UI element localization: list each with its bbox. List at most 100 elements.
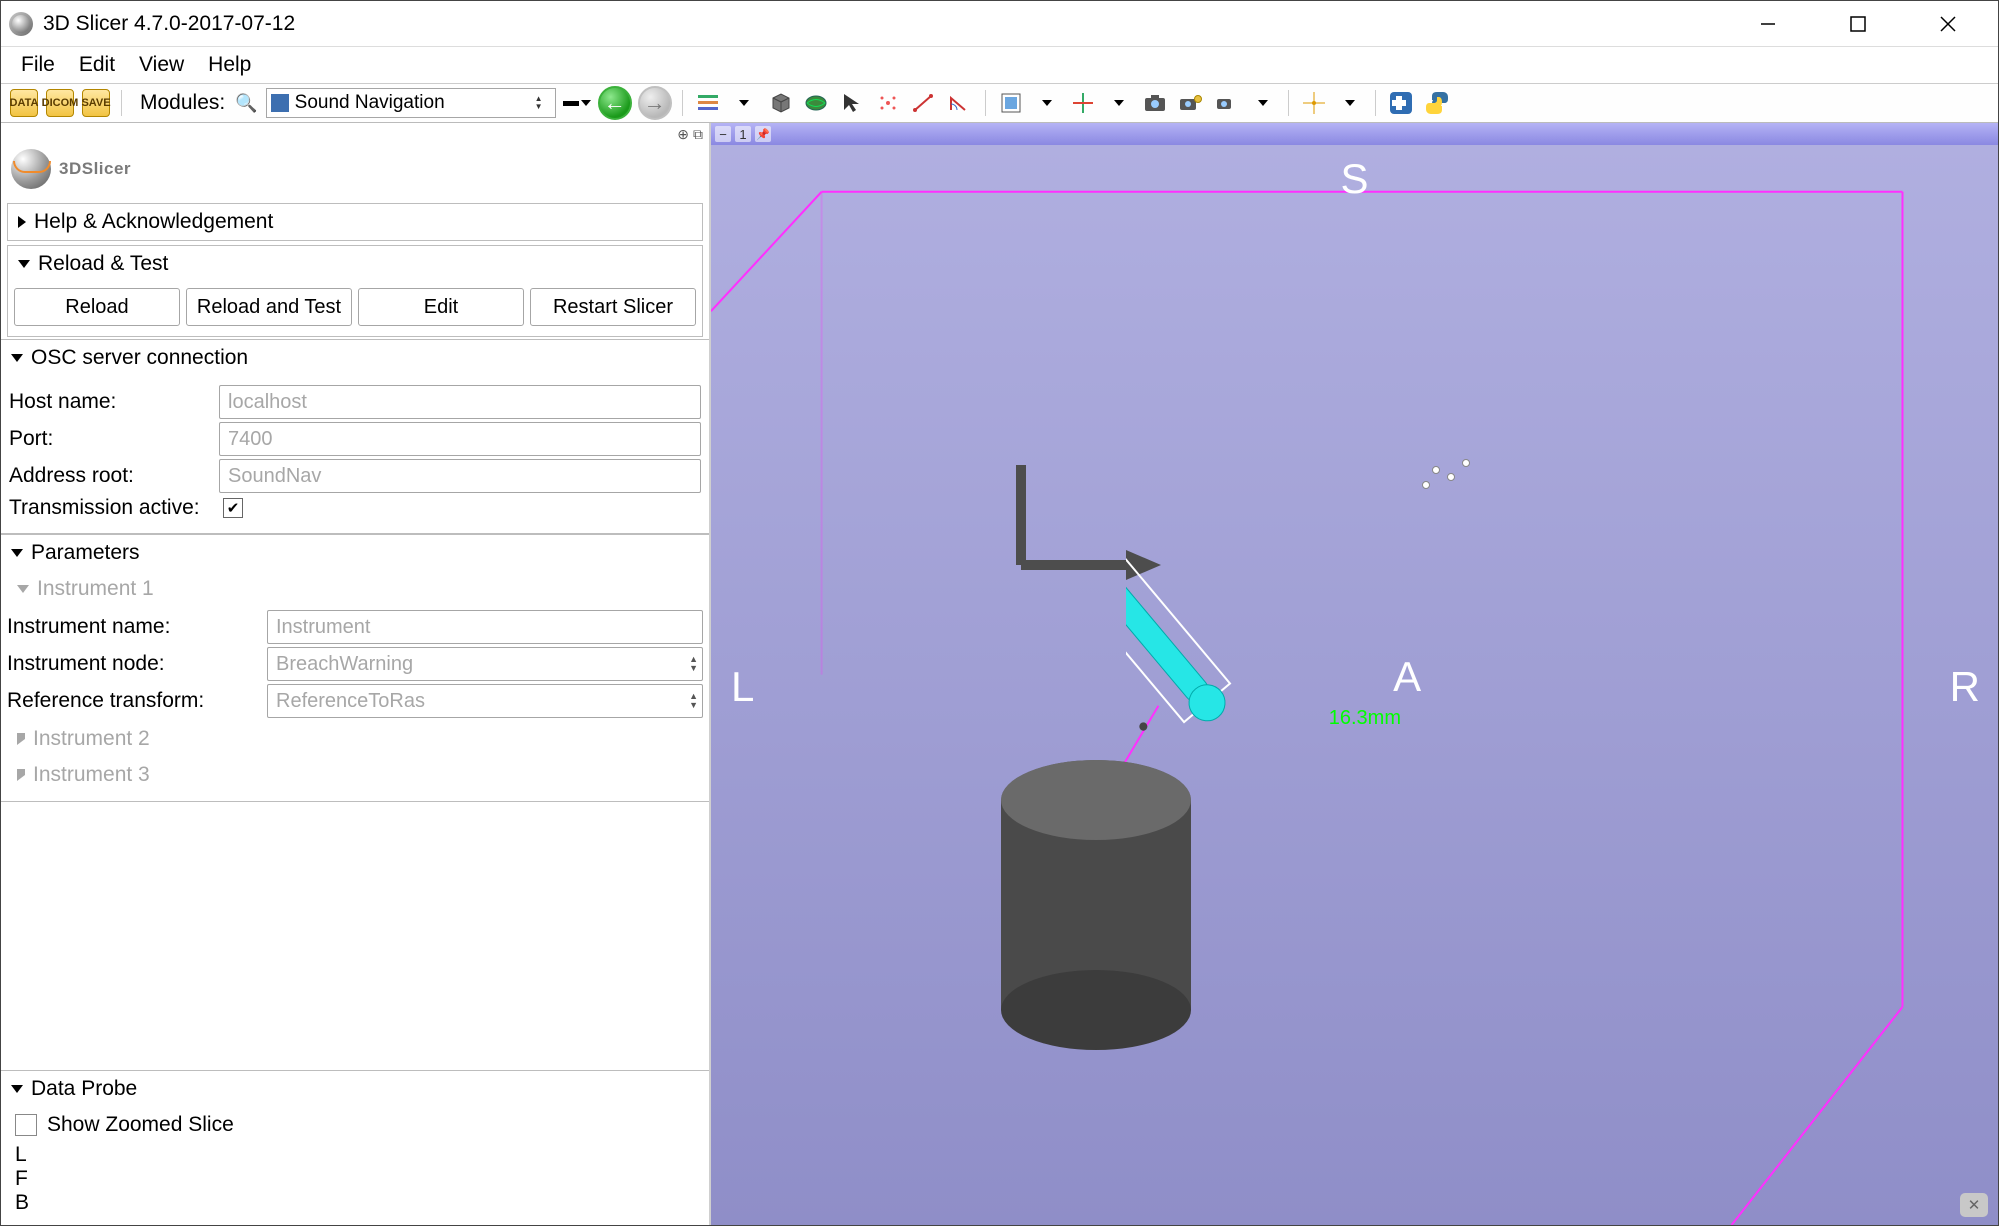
- show-zoomed-checkbox[interactable]: [15, 1114, 37, 1136]
- edit-button[interactable]: Edit: [358, 288, 524, 326]
- addr-input[interactable]: SoundNav: [219, 459, 701, 493]
- layout-icon[interactable]: [693, 88, 723, 118]
- layout-dropdown-icon[interactable]: [729, 88, 759, 118]
- close-button[interactable]: [1918, 4, 1978, 44]
- module-panel: ⊕ ⧉ 3DSlicer Help & Acknowledgement Relo…: [1, 123, 711, 1225]
- slicer-logo: 3DSlicer: [1, 145, 709, 201]
- view-close-chip[interactable]: ✕: [1960, 1193, 1988, 1217]
- screenshot-icon[interactable]: [1140, 88, 1170, 118]
- separator: [121, 90, 122, 116]
- modules-combo-text: Sound Navigation: [295, 92, 445, 114]
- instrument2-header[interactable]: Instrument 2: [7, 721, 703, 757]
- maximize-button[interactable]: [1828, 4, 1888, 44]
- scene-view-icon[interactable]: [1176, 88, 1206, 118]
- panel-link-icon[interactable]: ⊕: [677, 126, 689, 143]
- menu-file[interactable]: File: [11, 51, 65, 79]
- show-zoomed-label: Show Zoomed Slice: [47, 1113, 234, 1137]
- menu-view[interactable]: View: [129, 51, 194, 79]
- help-ack-header[interactable]: Help & Acknowledgement: [8, 204, 702, 240]
- angle-icon[interactable]: [945, 88, 975, 118]
- inst-node-label: Instrument node:: [7, 652, 267, 676]
- tx-checkbox[interactable]: [223, 498, 243, 518]
- host-input[interactable]: localhost: [219, 385, 701, 419]
- crosshair-icon[interactable]: [1068, 88, 1098, 118]
- menubar: File Edit View Help: [1, 47, 1998, 83]
- 3d-view[interactable]: S A L R 16.3mm ✕: [711, 145, 1998, 1225]
- scene-view-dropdown-icon[interactable]: [1248, 88, 1278, 118]
- tx-label: Transmission active:: [9, 496, 219, 520]
- reload-and-test-button[interactable]: Reload and Test: [186, 288, 352, 326]
- orient-R: R: [1950, 663, 1980, 711]
- volume-cube-icon[interactable]: [765, 88, 795, 118]
- menu-edit[interactable]: Edit: [69, 51, 125, 79]
- fiducial-icon[interactable]: [873, 88, 903, 118]
- orient-S: S: [1340, 155, 1368, 203]
- view-pin-icon[interactable]: 📌: [755, 126, 771, 142]
- view-collapse-icon[interactable]: −: [715, 126, 731, 142]
- crosshair-dropdown-icon[interactable]: [1104, 88, 1134, 118]
- module-search-icon[interactable]: 🔍: [235, 93, 257, 114]
- instrument1-header[interactable]: Instrument 1: [7, 571, 703, 607]
- module-back-button[interactable]: ←: [598, 88, 632, 118]
- panel-popout-icon[interactable]: ⧉: [693, 126, 703, 143]
- module-history-dropdown[interactable]: [562, 88, 592, 118]
- titlebar: 3D Slicer 4.7.0-2017-07-12: [1, 1, 1998, 47]
- slicer-logo-text: 3DSlicer: [59, 159, 131, 179]
- load-dicom-button[interactable]: DICOM: [45, 88, 75, 118]
- separator: [985, 90, 986, 116]
- view-panel: − 1 📌: [711, 123, 1998, 1225]
- view-number-tab[interactable]: 1: [735, 126, 751, 142]
- ruler-icon[interactable]: [909, 88, 939, 118]
- slicer-logo-icon: [11, 149, 51, 189]
- osc-section: OSC server connection Host name:localhos…: [1, 339, 709, 534]
- extension-manager-icon[interactable]: [1386, 88, 1416, 118]
- minimize-button[interactable]: [1738, 4, 1798, 44]
- parameters-section: Parameters Instrument 1 Instrument name:…: [1, 534, 709, 802]
- probe-B: B: [15, 1191, 695, 1215]
- inst-node-combo[interactable]: BreachWarning▲▼: [267, 647, 703, 681]
- modules-combo-spinner[interactable]: ▲▼: [535, 95, 551, 111]
- probe-L: L: [15, 1143, 695, 1167]
- ref-transform-label: Reference transform:: [7, 689, 267, 713]
- inst-name-label: Instrument name:: [7, 615, 267, 639]
- python-console-icon[interactable]: [1422, 88, 1452, 118]
- addr-label: Address root:: [9, 464, 219, 488]
- help-ack-section: Help & Acknowledgement: [7, 203, 703, 241]
- toolbar: DATA DICOM SAVE Modules: 🔍 Sound Navigat…: [1, 83, 1998, 123]
- data-probe-section: Data Probe Show Zoomed Slice L F B: [1, 1070, 709, 1225]
- osc-header[interactable]: OSC server connection: [1, 340, 709, 376]
- reload-test-header[interactable]: Reload & Test: [8, 246, 702, 282]
- editor-dropdown-icon[interactable]: [1032, 88, 1062, 118]
- module-icon: [271, 94, 289, 112]
- reload-test-section: Reload & Test Reload Reload and Test Edi…: [7, 245, 703, 337]
- save-button[interactable]: SAVE: [81, 88, 111, 118]
- data-probe-header[interactable]: Data Probe: [1, 1071, 709, 1107]
- crosshair2-dropdown-icon[interactable]: [1335, 88, 1365, 118]
- orient-A: A: [1393, 653, 1421, 701]
- scene-view-menu-icon[interactable]: [1212, 88, 1242, 118]
- instrument3-header[interactable]: Instrument 3: [7, 757, 703, 793]
- load-data-button[interactable]: DATA: [9, 88, 39, 118]
- parameters-header[interactable]: Parameters: [1, 535, 709, 571]
- separator: [1375, 90, 1376, 116]
- mesh-icon[interactable]: [801, 88, 831, 118]
- port-input[interactable]: 7400: [219, 422, 701, 456]
- module-forward-button[interactable]: →: [638, 88, 672, 118]
- editor-icon[interactable]: [996, 88, 1026, 118]
- modules-combo[interactable]: Sound Navigation ▲▼: [266, 88, 556, 118]
- cursor-icon[interactable]: [837, 88, 867, 118]
- ref-transform-combo[interactable]: ReferenceToRas▲▼: [267, 684, 703, 718]
- crosshair2-icon[interactable]: [1299, 88, 1329, 118]
- probe-F: F: [15, 1167, 695, 1191]
- view-tab-bar: − 1 📌: [711, 123, 1998, 145]
- restart-slicer-button[interactable]: Restart Slicer: [530, 288, 696, 326]
- host-label: Host name:: [9, 390, 219, 414]
- menu-help[interactable]: Help: [198, 51, 261, 79]
- app-window: 3D Slicer 4.7.0-2017-07-12 File Edit Vie…: [0, 0, 1999, 1226]
- app-icon: [9, 12, 33, 36]
- window-title: 3D Slicer 4.7.0-2017-07-12: [43, 12, 1738, 36]
- separator: [682, 90, 683, 116]
- modules-label: Modules:: [140, 91, 225, 115]
- inst-name-input[interactable]: Instrument: [267, 610, 703, 644]
- reload-button[interactable]: Reload: [14, 288, 180, 326]
